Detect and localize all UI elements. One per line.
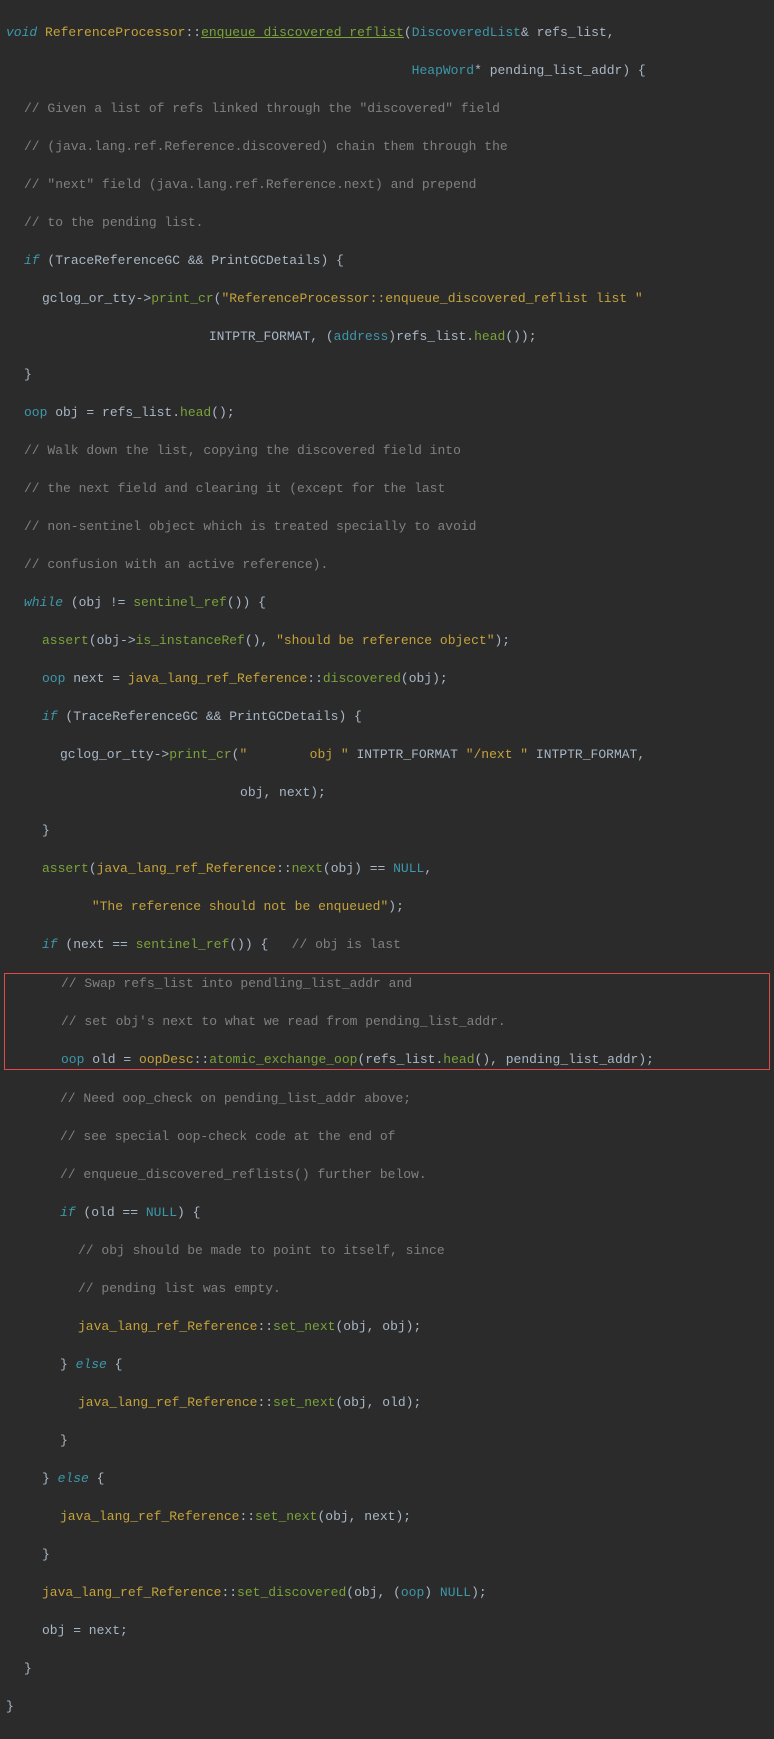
- code-line: if (TraceReferenceGC && PrintGCDetails) …: [6, 251, 768, 270]
- code-line: assert(obj->is_instanceRef(), "should be…: [6, 631, 768, 650]
- code-line: void ReferenceProcessor::enqueue_discove…: [6, 23, 768, 42]
- code-line: gclog_or_tty->print_cr(" obj " INTPTR_FO…: [6, 745, 768, 764]
- code-line: java_lang_ref_Reference::set_discovered(…: [6, 1583, 768, 1602]
- code-comment: // enqueue_discovered_reflists() further…: [6, 1165, 768, 1184]
- code-line: } else {: [6, 1355, 768, 1374]
- code-line: }: [6, 1545, 768, 1564]
- code-line: java_lang_ref_Reference::set_next(obj, o…: [6, 1317, 768, 1336]
- code-line: oop obj = refs_list.head();: [6, 403, 768, 422]
- code-line: gclog_or_tty->print_cr("ReferenceProcess…: [6, 289, 768, 308]
- highlighted-region: // Swap refs_list into pendling_list_add…: [4, 973, 770, 1070]
- code-line: }: [6, 1697, 768, 1716]
- code-line: if (TraceReferenceGC && PrintGCDetails) …: [6, 707, 768, 726]
- code-line: }: [6, 821, 768, 840]
- code-line: }: [6, 1659, 768, 1678]
- code-comment: // confusion with an active reference).: [6, 555, 768, 574]
- code-comment: // Swap refs_list into pendling_list_add…: [7, 974, 767, 993]
- code-line: }: [6, 1431, 768, 1450]
- code-line: INTPTR_FORMAT, (address)refs_list.head()…: [6, 327, 768, 346]
- code-line: obj = next;: [6, 1621, 768, 1640]
- code-line: if (next == sentinel_ref()) { // obj is …: [6, 935, 768, 954]
- code-comment: // see special oop-check code at the end…: [6, 1127, 768, 1146]
- code-comment: // Given a list of refs linked through t…: [6, 99, 768, 118]
- code-line: oop old = oopDesc::atomic_exchange_oop(r…: [7, 1050, 767, 1069]
- code-comment: // Walk down the list, copying the disco…: [6, 441, 768, 460]
- code-line: }: [6, 365, 768, 384]
- code-line: assert(java_lang_ref_Reference::next(obj…: [6, 859, 768, 878]
- code-line: if (old == NULL) {: [6, 1203, 768, 1222]
- code-line: oop next = java_lang_ref_Reference::disc…: [6, 669, 768, 688]
- code-line: while (obj != sentinel_ref()) {: [6, 593, 768, 612]
- code-comment: // "next" field (java.lang.ref.Reference…: [6, 175, 768, 194]
- code-line: java_lang_ref_Reference::set_next(obj, o…: [6, 1393, 768, 1412]
- code-comment: // Need oop_check on pending_list_addr a…: [6, 1089, 768, 1108]
- code-comment: // to the pending list.: [6, 213, 768, 232]
- code-line: HeapWord* pending_list_addr) {: [6, 61, 768, 80]
- code-comment: // set obj's next to what we read from p…: [7, 1012, 767, 1031]
- code-comment: // (java.lang.ref.Reference.discovered) …: [6, 137, 768, 156]
- code-block: void ReferenceProcessor::enqueue_discove…: [0, 0, 774, 1739]
- code-line: obj, next);: [6, 783, 768, 802]
- code-comment: // the next field and clearing it (excep…: [6, 479, 768, 498]
- code-comment: // obj should be made to point to itself…: [6, 1241, 768, 1260]
- code-line: } else {: [6, 1469, 768, 1488]
- code-line: java_lang_ref_Reference::set_next(obj, n…: [6, 1507, 768, 1526]
- code-comment: // non-sentinel object which is treated …: [6, 517, 768, 536]
- code-comment: // pending list was empty.: [6, 1279, 768, 1298]
- code-line: "The reference should not be enqueued");: [6, 897, 768, 916]
